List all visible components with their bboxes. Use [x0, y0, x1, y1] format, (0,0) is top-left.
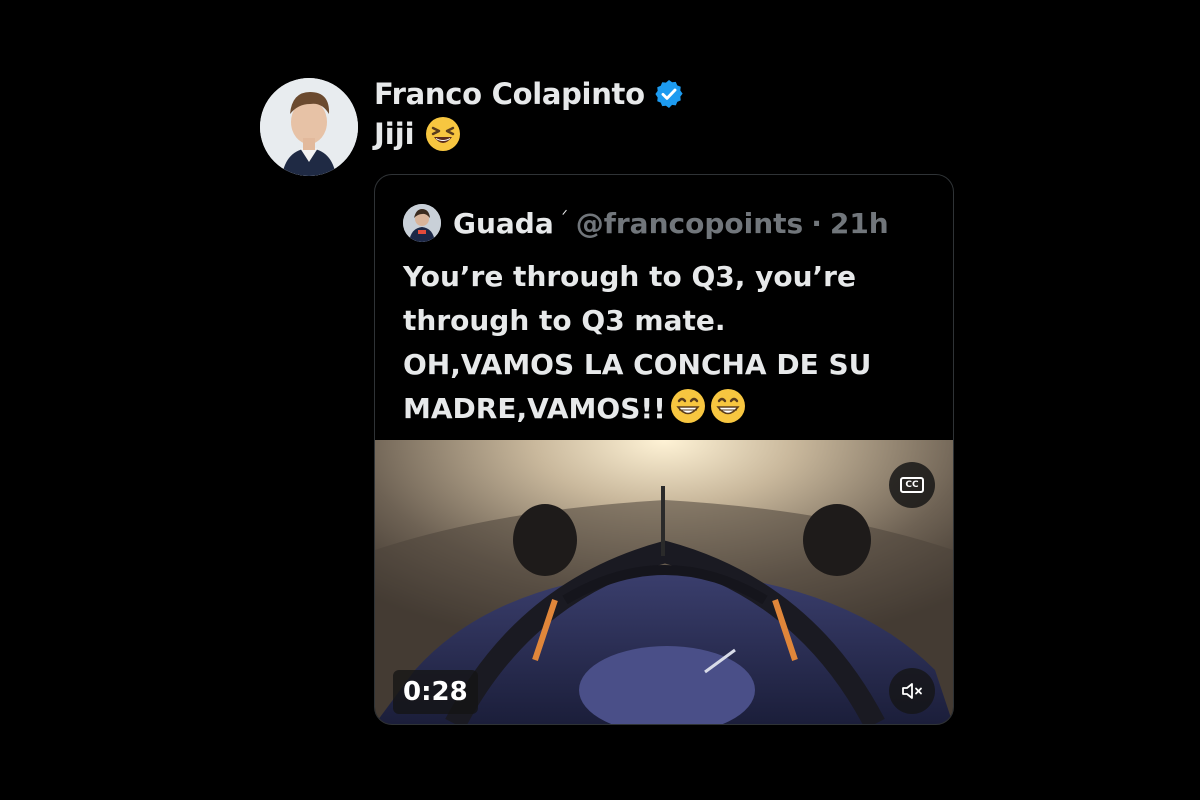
grinning-face-emoji-icon: [670, 388, 706, 424]
laughing-face-emoji-icon: [425, 116, 461, 152]
quoted-text-line: OH,VAMOS LA CONCHA DE SU: [403, 348, 872, 381]
author-avatar[interactable]: [260, 78, 358, 176]
header-separator: ·: [811, 206, 822, 240]
verified-badge-icon: [653, 78, 685, 110]
speaker-muted-icon: [902, 683, 922, 699]
captions-button[interactable]: CC: [889, 462, 935, 508]
quoted-text-line: You’re through to Q3, you’re: [403, 260, 856, 293]
tweet-screen: Franco Colapinto Jiji Guada ᐟ @francopoi…: [0, 0, 1200, 800]
grinning-face-emoji-icon: [710, 388, 746, 424]
captions-icon: CC: [900, 477, 924, 493]
author-row: Franco Colapinto: [374, 74, 685, 114]
quoted-author-name-mark: ᐟ: [561, 208, 568, 224]
quoted-tweet-header: Guada ᐟ @francopoints · 21h: [403, 203, 889, 243]
quoted-tweet-text: You’re through to Q3, you’re through to …: [403, 255, 933, 431]
mute-button[interactable]: [889, 668, 935, 714]
quoted-author-name[interactable]: Guada: [453, 207, 554, 240]
tweet-text: Jiji: [374, 116, 461, 152]
video-duration: 0:28: [403, 677, 468, 707]
author-name[interactable]: Franco Colapinto: [374, 77, 645, 111]
quoted-text-line-content: MADRE,VAMOS!!: [403, 392, 666, 425]
quoted-author-avatar[interactable]: [403, 204, 441, 242]
tweet-text-content: Jiji: [374, 117, 415, 151]
quoted-text-line: through to Q3 mate.: [403, 304, 726, 337]
quoted-tweet-card[interactable]: Guada ᐟ @francopoints · 21h You’re throu…: [374, 174, 954, 725]
quoted-author-handle[interactable]: @francopoints: [576, 207, 804, 240]
video-duration-badge: 0:28: [393, 670, 478, 714]
quoted-tweet-time[interactable]: 21h: [830, 207, 889, 240]
video-player[interactable]: CC 0:28: [375, 440, 953, 724]
quoted-text-line-last: MADRE,VAMOS!!: [403, 387, 933, 431]
